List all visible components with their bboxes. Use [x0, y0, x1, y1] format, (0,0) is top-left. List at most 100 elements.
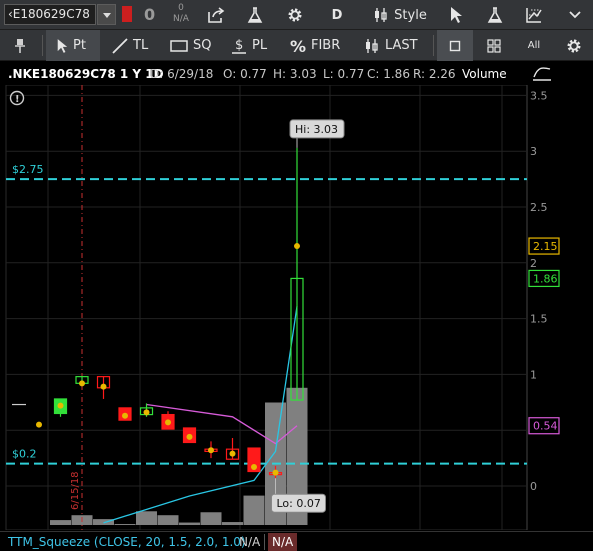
pointer-tool-label: Pt — [73, 38, 86, 53]
symbol-input[interactable]: ‹E180629C78 — [4, 4, 96, 25]
price-level-tool-button[interactable]: $ PL — [231, 30, 275, 61]
grid-icon — [487, 38, 501, 53]
cursor-icon — [57, 38, 68, 53]
style-button[interactable]: Style — [370, 2, 430, 28]
position-pl: 0 N/A — [170, 3, 192, 25]
single-layout-button[interactable] — [437, 30, 473, 61]
volume-bar — [136, 511, 157, 525]
price-level-tool-label: PL — [252, 38, 268, 53]
toolbar-divider — [42, 35, 43, 56]
pattern-button[interactable] — [520, 2, 548, 28]
bar-range: R: 2.26 — [413, 67, 456, 81]
square-tool-label: SQ — [193, 38, 212, 53]
chart-pattern-icon — [526, 8, 542, 23]
study-value: N/A — [239, 535, 261, 549]
close-dot — [143, 409, 150, 416]
close-dot — [165, 419, 171, 426]
chart-canvas[interactable]: 6/15/18$2.75$0.2Hi: 3.03Lo: 0.0700.511.5… — [0, 85, 593, 530]
study-value-badge: N/A — [268, 533, 298, 551]
chevron-down-icon — [569, 11, 581, 19]
y-axis-tick-label: 1.5 — [530, 313, 548, 326]
volume-bar — [200, 512, 222, 525]
y-axis-tick-label: 3.5 — [530, 89, 548, 102]
price-level-label: $2.75 — [12, 163, 44, 176]
settings-button[interactable] — [281, 2, 309, 28]
y-axis-tick-label: 2.5 — [530, 201, 548, 214]
close-dot — [100, 383, 107, 390]
main-toolbar: ‹E180629C78 0 0 N/A D Style — [0, 0, 593, 30]
close-dot — [122, 412, 128, 419]
chart-style-icon[interactable] — [532, 64, 552, 82]
position-quantity: 0 — [144, 5, 156, 24]
chart-settings-button[interactable] — [560, 30, 588, 61]
low-callout: Lo: 0.07 — [277, 497, 321, 510]
pointer-tool-button[interactable]: Pt — [46, 30, 100, 61]
last-price-tool-button[interactable]: LAST — [364, 30, 420, 61]
close-dot — [272, 469, 279, 476]
all-charts-button[interactable]: All — [520, 30, 548, 61]
aggregation-button[interactable]: D — [325, 2, 349, 28]
volume-bar — [243, 495, 265, 525]
drawing-toolbar: Pt TL SQ $ PL % FIBR LAST All — [0, 30, 593, 61]
cursor-button[interactable] — [442, 2, 470, 28]
y-axis-tick-label: 3 — [530, 145, 537, 158]
rectangle-icon — [170, 39, 188, 52]
square-tool-button[interactable]: SQ — [170, 30, 218, 61]
chart-header: .NKE180629C78 1 Y 1D D: 6/29/18 O: 0.77 … — [0, 61, 527, 85]
close-dot — [208, 447, 214, 454]
bar-open: O: 0.77 — [223, 67, 267, 81]
close-dot — [294, 243, 300, 250]
svg-text:$: $ — [235, 38, 243, 53]
y-axis-tick-label: 1 — [530, 368, 537, 381]
volume-bar — [157, 515, 179, 525]
more-tools-button[interactable] — [560, 2, 590, 28]
studies-button[interactable] — [241, 2, 269, 28]
volume-label[interactable]: Volume — [462, 67, 507, 81]
fibonacci-tool-button[interactable]: % FIBR — [290, 30, 350, 61]
flask-icon — [487, 7, 503, 23]
close-dot — [229, 450, 236, 457]
share-icon — [208, 7, 225, 23]
trendline-tool-label: TL — [133, 38, 149, 53]
gear-icon — [288, 8, 302, 22]
lower-study-bar: TTM_Squeeze (CLOSE, 20, 1.5, 2.0, 1.0) N… — [0, 531, 593, 551]
y-axis-tick-label: 2 — [530, 257, 537, 270]
high-callout: Hi: 3.03 — [295, 123, 338, 136]
bar-high: H: 3.03 — [273, 67, 317, 81]
pin-button[interactable] — [14, 30, 38, 61]
svg-text:%: % — [290, 38, 306, 54]
volume-bar — [179, 522, 200, 525]
info-icon-glyph: ! — [15, 94, 20, 105]
position-pl-na: N/A — [173, 14, 189, 24]
close-dot — [57, 402, 64, 409]
close-dot — [186, 433, 193, 440]
symbol-dropdown-button[interactable] — [97, 4, 116, 25]
study-label[interactable]: TTM_Squeeze (CLOSE, 20, 1.5, 2.0, 1.0) — [8, 535, 246, 549]
volume-bar — [50, 520, 71, 525]
grid-layout-button[interactable] — [480, 30, 508, 61]
dollar-level-icon: $ — [232, 38, 246, 54]
candlestick-icon — [375, 8, 387, 22]
gear-icon — [567, 39, 581, 52]
fibonacci-tool-label: FIBR — [311, 38, 341, 53]
bar-date: D: 6/29/18 — [150, 67, 214, 81]
candlestick-icon — [366, 38, 378, 53]
style-label: Style — [394, 7, 427, 23]
flask-icon — [247, 7, 263, 23]
square-icon — [449, 40, 461, 51]
trendline-icon — [112, 37, 128, 54]
volume-bar — [222, 522, 243, 525]
volume-bar — [114, 524, 136, 525]
price-level-label: $0.2 — [12, 448, 37, 461]
price-badge-label: 0.54 — [533, 420, 558, 433]
price-chart[interactable]: 6/15/18$2.75$0.2Hi: 3.03Lo: 0.0700.511.5… — [0, 85, 593, 530]
share-button[interactable] — [202, 2, 230, 28]
pin-icon — [15, 38, 25, 53]
close-dot — [251, 464, 257, 471]
cursor-icon — [451, 7, 462, 23]
chart-symbol-label[interactable]: .NKE180629C78 1 Y 1D — [8, 67, 164, 81]
studies-edit-button[interactable] — [481, 2, 509, 28]
event-marker-label: 6/15/18 — [70, 471, 81, 510]
trendline-tool-button[interactable]: TL — [112, 30, 160, 61]
last-price-tool-label: LAST — [385, 38, 418, 53]
